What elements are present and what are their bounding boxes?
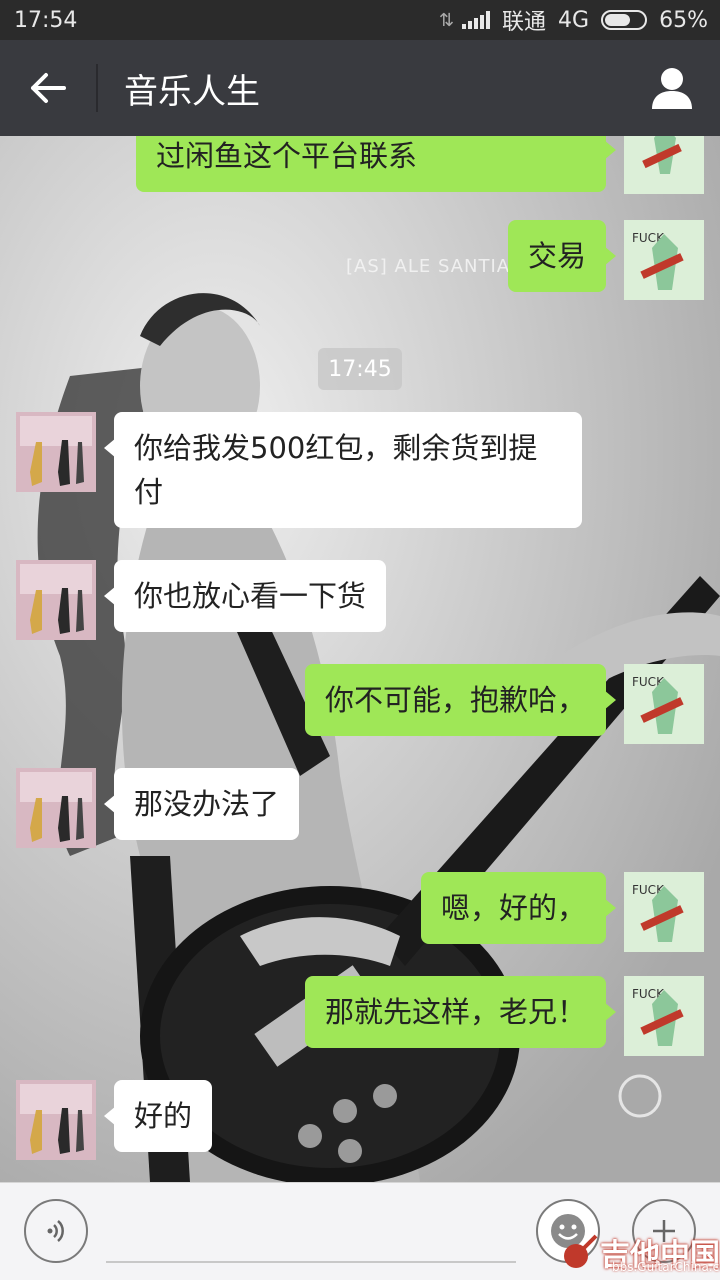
- guitar-photo-avatar-image: [16, 768, 96, 848]
- status-indicators: ⇅ 联通 4G 65%: [439, 4, 708, 36]
- guitarist-avatar-image: [624, 136, 704, 194]
- voice-input-button[interactable]: [24, 1199, 88, 1263]
- message-bubble[interactable]: 你给我发500红包，剩余货到提付: [104, 412, 582, 528]
- message-row: 交易 FUCK: [507, 220, 704, 300]
- chat-title: 音乐人生: [124, 71, 260, 112]
- status-bar: 17:54 ⇅ 联通 4G 65%: [0, 0, 720, 40]
- contact-avatar[interactable]: [16, 1080, 96, 1160]
- status-time: 17:54: [14, 7, 78, 33]
- guitarist-avatar-image: FUCK: [624, 664, 704, 744]
- message-bubble[interactable]: 嗯，好的，: [420, 872, 617, 944]
- message-row: 好的: [16, 1080, 213, 1160]
- guitarist-avatar-image: FUCK: [624, 872, 704, 952]
- site-watermark-url: bbs.GuitarChina.com: [612, 1260, 720, 1274]
- guitar-photo-avatar-image: [16, 560, 96, 640]
- battery-percent: 65%: [659, 7, 708, 33]
- message-bubble[interactable]: 过闲鱼这个平台联系: [136, 136, 616, 192]
- guitar-logo-icon: [564, 1234, 598, 1268]
- message-bubble[interactable]: 好的: [103, 1080, 213, 1152]
- self-avatar[interactable]: FUCK: [624, 664, 704, 744]
- message-row: 那没办法了: [16, 768, 300, 848]
- self-avatar[interactable]: [624, 136, 704, 194]
- message-bubble[interactable]: 你不可能，抱歉哈，: [304, 664, 617, 736]
- message-timestamp: 17:45: [318, 348, 402, 390]
- contact-avatar[interactable]: [16, 560, 96, 640]
- guitarist-avatar-image: FUCK: [624, 976, 704, 1056]
- message-row: 你不可能，抱歉哈， FUCK: [304, 664, 704, 744]
- back-arrow-icon: [31, 73, 66, 103]
- carrier-name: 联通: [502, 10, 547, 35]
- battery-fill: [605, 14, 630, 26]
- app-bar-divider: [96, 64, 98, 112]
- self-avatar[interactable]: FUCK: [624, 872, 704, 952]
- guitarist-avatar-image: FUCK: [624, 220, 704, 300]
- signal-strength-icon: [462, 11, 491, 29]
- data-activity-icon: ⇅: [438, 9, 454, 31]
- back-button[interactable]: [0, 40, 96, 136]
- message-row: 过闲鱼这个平台联系: [136, 136, 704, 194]
- message-row: 你也放心看一下货: [16, 560, 387, 640]
- self-avatar[interactable]: FUCK: [624, 220, 704, 300]
- voice-icon: [47, 1220, 64, 1242]
- person-icon: [652, 68, 692, 109]
- app-bar: 音乐人生: [0, 40, 720, 136]
- message-bubble[interactable]: 那没办法了: [103, 768, 300, 840]
- message-input[interactable]: [106, 1203, 516, 1263]
- chat-info-button[interactable]: [624, 40, 720, 136]
- network-type: 4G: [558, 7, 590, 33]
- message-bubble[interactable]: 那就先这样，老兄！: [304, 976, 617, 1048]
- contact-avatar[interactable]: [16, 412, 96, 492]
- chat-area[interactable]: [AS] ALE SANTIAG 过闲鱼这个平台联系 交易 FUCK 17:45: [0, 136, 720, 1182]
- message-row: 那就先这样，老兄！ FUCK: [304, 976, 704, 1056]
- site-watermark: 吉他中国 bbs.GuitarChina.com: [560, 1224, 720, 1280]
- wallpaper-watermark: [AS] ALE SANTIAG: [346, 256, 525, 277]
- battery-icon: [601, 10, 648, 30]
- contact-avatar[interactable]: [16, 768, 96, 848]
- message-bubble[interactable]: 你也放心看一下货: [103, 560, 387, 632]
- message-row: 嗯，好的， FUCK: [420, 872, 704, 952]
- self-avatar[interactable]: FUCK: [624, 976, 704, 1056]
- message-bubble[interactable]: 交易: [507, 220, 617, 292]
- guitar-photo-avatar-image: [16, 1080, 96, 1160]
- message-row: 你给我发500红包，剩余货到提付: [16, 412, 582, 528]
- guitar-photo-avatar-image: [16, 412, 96, 492]
